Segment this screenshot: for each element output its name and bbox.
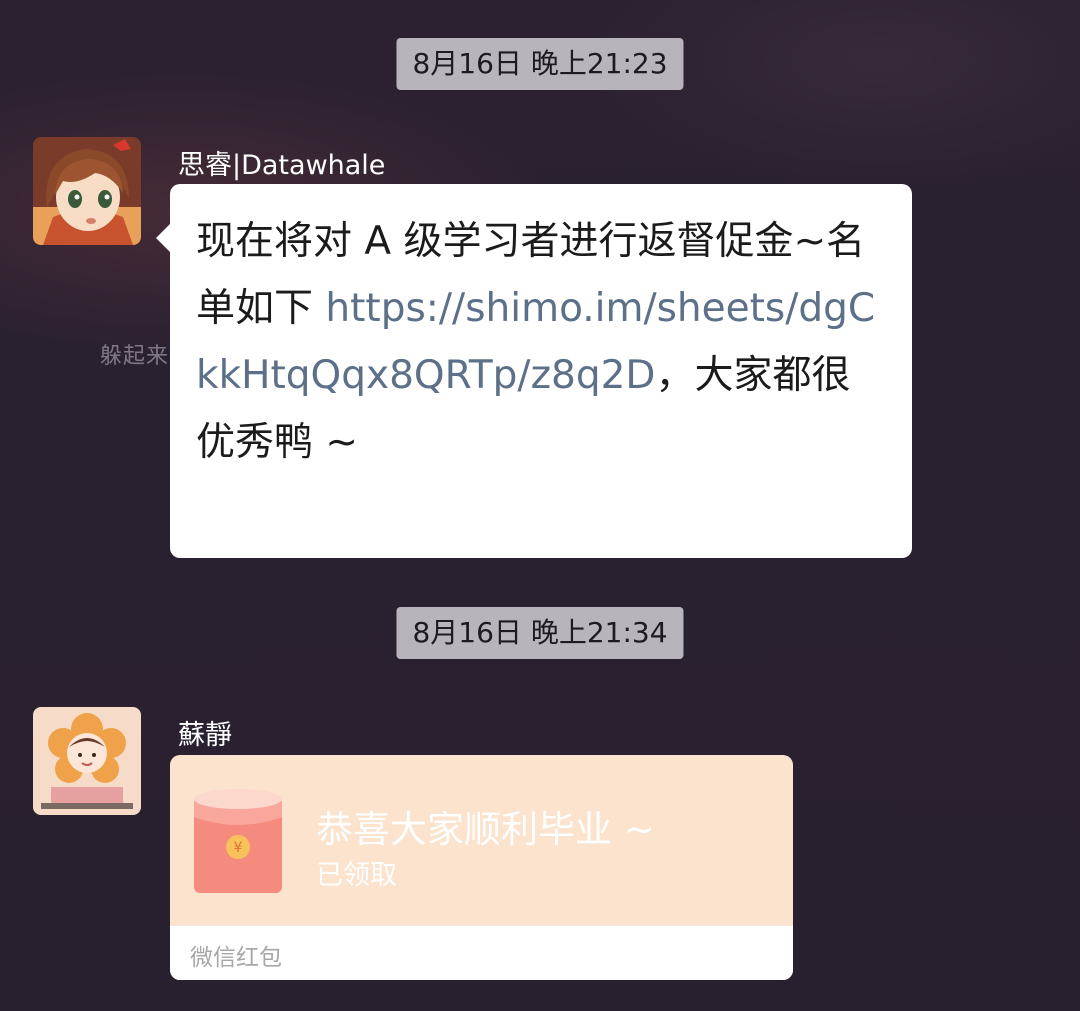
timestamp-1: 8月16日 晚上21:23 bbox=[396, 38, 684, 90]
red-packet-footer: 微信红包 bbox=[170, 925, 793, 980]
red-envelope-icon: ¥ bbox=[194, 787, 282, 893]
flower-girl-avatar-icon[interactable] bbox=[33, 707, 141, 815]
red-packet-status: 已领取 bbox=[316, 860, 397, 891]
message-text: 现在将对 A 级学习者进行返督促金~名单如下 https://shimo.im/… bbox=[196, 208, 886, 476]
anime-girl-avatar-icon[interactable] bbox=[33, 137, 141, 245]
message-bubble[interactable]: 现在将对 A 级学习者进行返督促金~名单如下 https://shimo.im/… bbox=[156, 184, 912, 558]
red-packet-card[interactable]: ¥ 恭喜大家顺利毕业 ~ 已领取 微信红包 bbox=[170, 755, 793, 980]
red-packet-body: ¥ 恭喜大家顺利毕业 ~ 已领取 bbox=[170, 755, 793, 925]
svg-text:¥: ¥ bbox=[234, 840, 243, 856]
sender-name: 蘇靜 bbox=[178, 720, 232, 751]
red-packet-footer-label: 微信红包 bbox=[190, 945, 282, 971]
timestamp-2: 8月16日 晚上21:34 bbox=[396, 607, 684, 659]
background-ghost-text: 躲起来 bbox=[100, 344, 170, 369]
sender-name: 思睿|Datawhale bbox=[178, 150, 386, 181]
red-packet-title: 恭喜大家顺利毕业 ~ bbox=[316, 808, 655, 851]
